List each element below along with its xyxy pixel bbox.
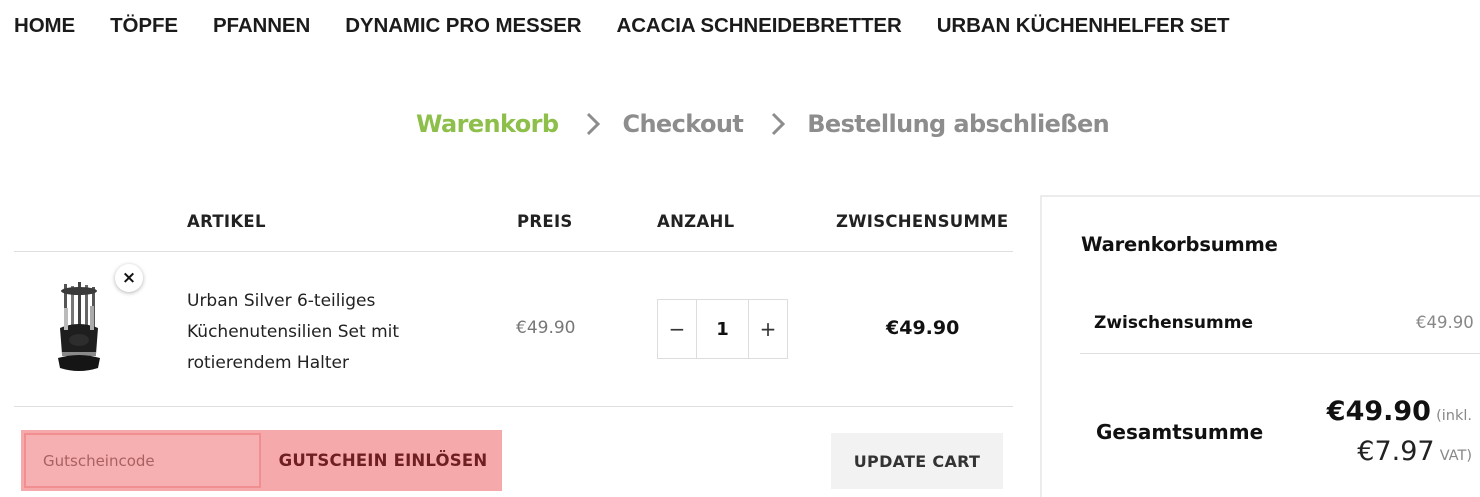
product-image[interactable]: [50, 282, 108, 376]
totals-total-label: Gesamtsumme: [1096, 420, 1264, 444]
step-complete-order: Bestellung abschließen: [807, 110, 1110, 138]
totals-incl-prefix: (inkl.: [1436, 408, 1472, 424]
main-navigation: HOME TÖPFE PFANNEN DYNAMIC PRO MESSER AC…: [14, 14, 1264, 38]
update-cart-button[interactable]: UPDATE CART: [831, 433, 1003, 489]
column-header-subtotal: ZWISCHENSUMME: [836, 212, 1009, 231]
totals-total-value: €49.90: [1326, 396, 1431, 427]
nav-item-home[interactable]: HOME: [14, 14, 75, 38]
remove-item-button[interactable]: ×: [115, 264, 143, 292]
column-header-quantity: ANZAHL: [657, 212, 735, 231]
nav-item-acacia-schneidebretter[interactable]: ACACIA SCHNEIDEBRETTER: [616, 14, 901, 38]
nav-item-toepfe[interactable]: TÖPFE: [110, 14, 178, 38]
close-icon: ×: [121, 268, 137, 288]
coupon-code-input[interactable]: Gutscheincode: [24, 433, 261, 488]
row-subtotal: €49.90: [886, 317, 960, 339]
divider: [14, 251, 1013, 252]
totals-vat-value: €7.97: [1357, 436, 1435, 467]
coupon-form: Gutscheincode GUTSCHEIN EINLÖSEN: [21, 430, 502, 491]
column-header-article: ARTIKEL: [187, 212, 266, 231]
divider: [14, 406, 1013, 407]
quantity-decrease-button[interactable]: −: [658, 300, 696, 358]
quantity-stepper: − 1 +: [657, 299, 788, 359]
divider: [1080, 353, 1480, 354]
cart-totals-title: Warenkorbsumme: [1081, 233, 1278, 256]
nav-item-dynamic-pro-messer[interactable]: DYNAMIC PRO MESSER: [345, 14, 581, 38]
totals-vat-line: €7.97 VAT): [1357, 436, 1472, 467]
apply-coupon-button[interactable]: GUTSCHEIN EINLÖSEN: [264, 430, 502, 491]
quantity-input[interactable]: 1: [696, 300, 749, 358]
totals-total-value-line: €49.90 (inkl.: [1327, 396, 1472, 427]
step-cart[interactable]: Warenkorb: [416, 110, 559, 138]
totals-subtotal-label: Zwischensumme: [1094, 313, 1253, 333]
checkout-steps: Warenkorb Checkout Bestellung abschließe…: [416, 110, 1110, 138]
step-checkout[interactable]: Checkout: [622, 110, 743, 138]
nav-item-pfannen[interactable]: PFANNEN: [213, 14, 310, 38]
product-name[interactable]: Urban Silver 6-teiliges Küchenutensilien…: [187, 286, 447, 379]
product-price: €49.90: [516, 318, 576, 338]
totals-vat-suffix: VAT): [1439, 448, 1472, 464]
nav-item-urban-kuechenhelfer-set[interactable]: URBAN KÜCHENHELFER SET: [937, 14, 1230, 38]
totals-subtotal-value: €49.90: [1416, 313, 1474, 332]
quantity-increase-button[interactable]: +: [749, 300, 787, 358]
chevron-right-icon: [771, 112, 786, 136]
column-header-price: PREIS: [517, 212, 573, 231]
chevron-right-icon: [586, 112, 601, 136]
